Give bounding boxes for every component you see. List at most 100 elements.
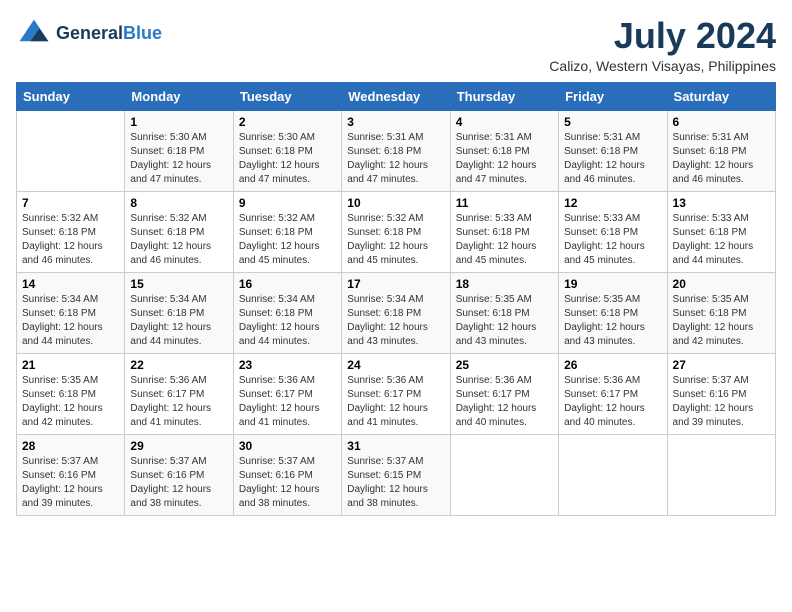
- weekday-header-friday: Friday: [559, 82, 667, 110]
- calendar-cell: 18 Sunrise: 5:35 AM Sunset: 6:18 PM Dayli…: [450, 272, 558, 353]
- day-info: Sunrise: 5:37 AM Sunset: 6:16 PM Dayligh…: [239, 455, 336, 511]
- day-info: Sunrise: 5:36 AM Sunset: 6:17 PM Dayligh…: [564, 374, 661, 430]
- day-info: Sunrise: 5:31 AM Sunset: 6:18 PM Dayligh…: [456, 131, 553, 187]
- day-number: 8: [130, 196, 227, 210]
- day-info: Sunrise: 5:32 AM Sunset: 6:18 PM Dayligh…: [239, 212, 336, 268]
- day-info: Sunrise: 5:37 AM Sunset: 6:16 PM Dayligh…: [22, 455, 119, 511]
- calendar-cell: 27 Sunrise: 5:37 AM Sunset: 6:16 PM Dayli…: [667, 353, 775, 434]
- day-number: 6: [673, 115, 770, 129]
- day-info: Sunrise: 5:35 AM Sunset: 6:18 PM Dayligh…: [673, 293, 770, 349]
- weekday-header-tuesday: Tuesday: [233, 82, 341, 110]
- day-info: Sunrise: 5:36 AM Sunset: 6:17 PM Dayligh…: [456, 374, 553, 430]
- calendar-cell: 28 Sunrise: 5:37 AM Sunset: 6:16 PM Dayli…: [17, 434, 125, 515]
- calendar-cell: 12Sunrise: 5:33 AM Sunset: 6:18 PM Dayli…: [559, 191, 667, 272]
- day-info: Sunrise: 5:31 AM Sunset: 6:18 PM Dayligh…: [564, 131, 661, 187]
- calendar-cell: 10Sunrise: 5:32 AM Sunset: 6:18 PM Dayli…: [342, 191, 450, 272]
- day-number: 21: [22, 358, 119, 372]
- day-number: 19: [564, 277, 661, 291]
- day-number: 22: [130, 358, 227, 372]
- calendar-cell: 29 Sunrise: 5:37 AM Sunset: 6:16 PM Dayli…: [125, 434, 233, 515]
- week-row-4: 21 Sunrise: 5:35 AM Sunset: 6:18 PM Dayli…: [17, 353, 776, 434]
- calendar-cell: 13Sunrise: 5:33 AM Sunset: 6:18 PM Dayli…: [667, 191, 775, 272]
- day-number: 11: [456, 196, 553, 210]
- calendar-cell: 19 Sunrise: 5:35 AM Sunset: 6:18 PM Dayli…: [559, 272, 667, 353]
- day-number: 5: [564, 115, 661, 129]
- day-info: Sunrise: 5:33 AM Sunset: 6:18 PM Dayligh…: [456, 212, 553, 268]
- calendar-cell: 17 Sunrise: 5:34 AM Sunset: 6:18 PM Dayli…: [342, 272, 450, 353]
- week-row-2: 7 Sunrise: 5:32 AM Sunset: 6:18 PM Daylig…: [17, 191, 776, 272]
- calendar-cell: 8 Sunrise: 5:32 AM Sunset: 6:18 PM Daylig…: [125, 191, 233, 272]
- calendar-cell: [559, 434, 667, 515]
- day-info: Sunrise: 5:35 AM Sunset: 6:18 PM Dayligh…: [564, 293, 661, 349]
- day-number: 15: [130, 277, 227, 291]
- day-info: Sunrise: 5:32 AM Sunset: 6:18 PM Dayligh…: [130, 212, 227, 268]
- weekday-header-wednesday: Wednesday: [342, 82, 450, 110]
- day-number: 4: [456, 115, 553, 129]
- weekday-header-thursday: Thursday: [450, 82, 558, 110]
- day-number: 28: [22, 439, 119, 453]
- logo: GeneralBlue: [16, 16, 162, 52]
- day-number: 20: [673, 277, 770, 291]
- calendar-cell: [667, 434, 775, 515]
- calendar-cell: 4 Sunrise: 5:31 AM Sunset: 6:18 PM Daylig…: [450, 110, 558, 191]
- weekday-header-saturday: Saturday: [667, 82, 775, 110]
- calendar-cell: 24 Sunrise: 5:36 AM Sunset: 6:17 PM Dayli…: [342, 353, 450, 434]
- day-info: Sunrise: 5:30 AM Sunset: 6:18 PM Dayligh…: [130, 131, 227, 187]
- day-number: 23: [239, 358, 336, 372]
- calendar-table: SundayMondayTuesdayWednesdayThursdayFrid…: [16, 82, 776, 516]
- week-row-3: 14 Sunrise: 5:34 AM Sunset: 6:18 PM Dayli…: [17, 272, 776, 353]
- day-number: 7: [22, 196, 119, 210]
- day-info: Sunrise: 5:34 AM Sunset: 6:18 PM Dayligh…: [347, 293, 444, 349]
- calendar-cell: 26 Sunrise: 5:36 AM Sunset: 6:17 PM Dayli…: [559, 353, 667, 434]
- calendar-cell: 21 Sunrise: 5:35 AM Sunset: 6:18 PM Dayli…: [17, 353, 125, 434]
- calendar-cell: [450, 434, 558, 515]
- day-number: 25: [456, 358, 553, 372]
- day-info: Sunrise: 5:36 AM Sunset: 6:17 PM Dayligh…: [130, 374, 227, 430]
- day-number: 9: [239, 196, 336, 210]
- day-info: Sunrise: 5:36 AM Sunset: 6:17 PM Dayligh…: [239, 374, 336, 430]
- day-info: Sunrise: 5:33 AM Sunset: 6:18 PM Dayligh…: [673, 212, 770, 268]
- calendar-cell: 14 Sunrise: 5:34 AM Sunset: 6:18 PM Dayli…: [17, 272, 125, 353]
- weekday-header-sunday: Sunday: [17, 82, 125, 110]
- day-number: 30: [239, 439, 336, 453]
- day-number: 27: [673, 358, 770, 372]
- day-info: Sunrise: 5:35 AM Sunset: 6:18 PM Dayligh…: [22, 374, 119, 430]
- week-row-1: 1Sunrise: 5:30 AM Sunset: 6:18 PM Daylig…: [17, 110, 776, 191]
- week-row-5: 28 Sunrise: 5:37 AM Sunset: 6:16 PM Dayli…: [17, 434, 776, 515]
- day-number: 24: [347, 358, 444, 372]
- day-number: 14: [22, 277, 119, 291]
- day-info: Sunrise: 5:31 AM Sunset: 6:18 PM Dayligh…: [347, 131, 444, 187]
- logo-text-line1: GeneralBlue: [56, 24, 162, 44]
- day-number: 2: [239, 115, 336, 129]
- day-info: Sunrise: 5:33 AM Sunset: 6:18 PM Dayligh…: [564, 212, 661, 268]
- day-info: Sunrise: 5:32 AM Sunset: 6:18 PM Dayligh…: [22, 212, 119, 268]
- calendar-cell: 6 Sunrise: 5:31 AM Sunset: 6:18 PM Daylig…: [667, 110, 775, 191]
- calendar-cell: 22 Sunrise: 5:36 AM Sunset: 6:17 PM Dayli…: [125, 353, 233, 434]
- month-title: July 2024: [549, 16, 776, 56]
- day-info: Sunrise: 5:37 AM Sunset: 6:15 PM Dayligh…: [347, 455, 444, 511]
- day-info: Sunrise: 5:32 AM Sunset: 6:18 PM Dayligh…: [347, 212, 444, 268]
- day-number: 18: [456, 277, 553, 291]
- day-info: Sunrise: 5:34 AM Sunset: 6:18 PM Dayligh…: [130, 293, 227, 349]
- day-number: 29: [130, 439, 227, 453]
- day-info: Sunrise: 5:35 AM Sunset: 6:18 PM Dayligh…: [456, 293, 553, 349]
- calendar-cell: 7 Sunrise: 5:32 AM Sunset: 6:18 PM Daylig…: [17, 191, 125, 272]
- day-info: Sunrise: 5:34 AM Sunset: 6:18 PM Dayligh…: [22, 293, 119, 349]
- calendar-cell: 1Sunrise: 5:30 AM Sunset: 6:18 PM Daylig…: [125, 110, 233, 191]
- day-info: Sunrise: 5:37 AM Sunset: 6:16 PM Dayligh…: [673, 374, 770, 430]
- calendar-cell: 16Sunrise: 5:34 AM Sunset: 6:18 PM Dayli…: [233, 272, 341, 353]
- logo-icon: [16, 16, 52, 52]
- day-info: Sunrise: 5:30 AM Sunset: 6:18 PM Dayligh…: [239, 131, 336, 187]
- calendar-cell: 15 Sunrise: 5:34 AM Sunset: 6:18 PM Dayli…: [125, 272, 233, 353]
- location-subtitle: Calizo, Western Visayas, Philippines: [549, 58, 776, 74]
- calendar-cell: 20 Sunrise: 5:35 AM Sunset: 6:18 PM Dayli…: [667, 272, 775, 353]
- title-block: July 2024 Calizo, Western Visayas, Phili…: [549, 16, 776, 74]
- calendar-cell: 11 Sunrise: 5:33 AM Sunset: 6:18 PM Dayli…: [450, 191, 558, 272]
- calendar-cell: 9 Sunrise: 5:32 AM Sunset: 6:18 PM Daylig…: [233, 191, 341, 272]
- day-info: Sunrise: 5:31 AM Sunset: 6:18 PM Dayligh…: [673, 131, 770, 187]
- calendar-cell: 3Sunrise: 5:31 AM Sunset: 6:18 PM Daylig…: [342, 110, 450, 191]
- day-info: Sunrise: 5:37 AM Sunset: 6:16 PM Dayligh…: [130, 455, 227, 511]
- day-number: 26: [564, 358, 661, 372]
- day-info: Sunrise: 5:36 AM Sunset: 6:17 PM Dayligh…: [347, 374, 444, 430]
- day-number: 17: [347, 277, 444, 291]
